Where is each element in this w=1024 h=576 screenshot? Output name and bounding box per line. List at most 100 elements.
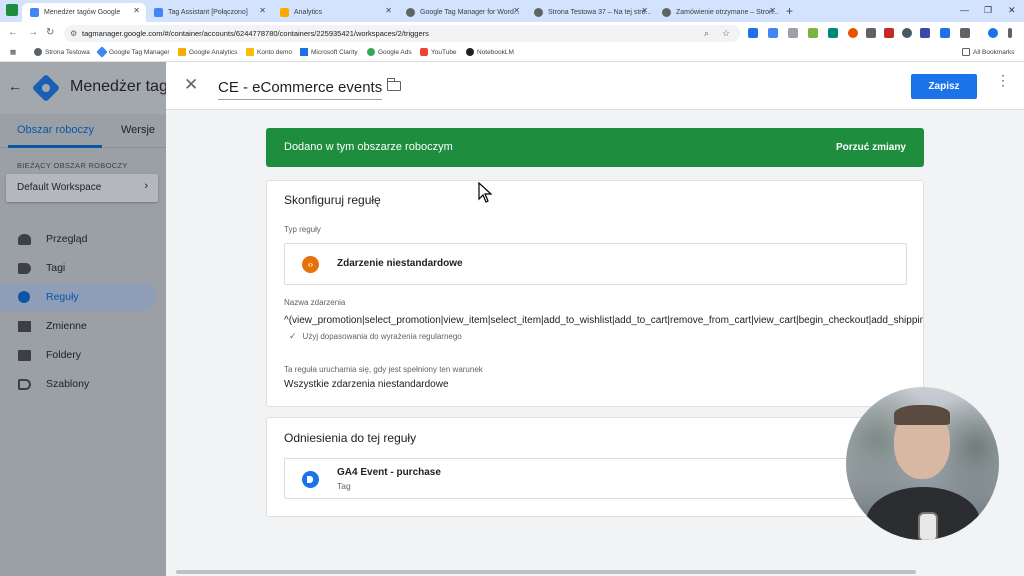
reference-row[interactable]: GA4 Event - purchase Tag bbox=[284, 458, 907, 499]
browser-tab-gtm[interactable]: Menedżer tagów Google ✕ bbox=[22, 3, 146, 22]
more-vert-icon[interactable]: ⋮ bbox=[996, 73, 1010, 87]
sidebar-item-folders[interactable]: Foldery bbox=[0, 341, 156, 369]
sidebar-item-triggers[interactable]: Reguły bbox=[0, 283, 156, 311]
extension-icon[interactable] bbox=[828, 28, 838, 38]
close-tab-icon[interactable]: ✕ bbox=[513, 6, 520, 15]
workspace-selector[interactable]: Default Workspace › bbox=[6, 174, 158, 202]
status-banner: Dodano w tym obszarze roboczym Porzuć zm… bbox=[266, 128, 924, 167]
minimize-icon[interactable]: — bbox=[960, 5, 969, 15]
forward-arrow-icon[interactable]: → bbox=[28, 27, 38, 38]
close-icon[interactable]: ✕ bbox=[184, 75, 198, 95]
trigger-type-field[interactable]: ‹› Zdarzenie niestandardowe bbox=[284, 243, 907, 285]
extension-icon[interactable] bbox=[902, 28, 912, 38]
back-arrow-icon[interactable]: ← bbox=[8, 78, 22, 94]
browser-tab-strona-testowa[interactable]: Strona Testowa 37 – Na tej stro... ✕ bbox=[526, 3, 654, 22]
extension-icon[interactable] bbox=[748, 28, 758, 38]
references-card: Odniesienia do tej reguły GA4 Event - pu… bbox=[266, 417, 924, 517]
workspace-name: Default Workspace bbox=[17, 182, 102, 193]
bookmark-konto-demo[interactable]: Konto demo bbox=[246, 48, 292, 56]
browser-tab-analytics[interactable]: Analytics ✕ bbox=[272, 3, 398, 22]
sidebar-item-label: Zmienne bbox=[46, 320, 87, 332]
folder-icon bbox=[18, 349, 31, 361]
bookmark-google-ads[interactable]: Google Ads bbox=[367, 48, 412, 56]
sidebar-item-variables[interactable]: Zmienne bbox=[0, 312, 156, 340]
zoom-icon[interactable]: ⌕ bbox=[704, 25, 709, 42]
sidebar-item-tags[interactable]: Tagi bbox=[0, 254, 156, 282]
condition-label: Ta reguła uruchamia się, gdy jest spełni… bbox=[284, 365, 483, 374]
bookmark-clarity[interactable]: Microsoft Clarity bbox=[300, 48, 358, 56]
folder-icon[interactable] bbox=[386, 78, 401, 91]
bookmark-label: YouTube bbox=[431, 48, 457, 56]
bookmark-label: All Bookmarks bbox=[973, 48, 1015, 56]
extension-icon[interactable] bbox=[866, 28, 876, 38]
close-tab-icon[interactable]: ✕ bbox=[385, 6, 392, 15]
sidebar-item-overview[interactable]: Przegląd bbox=[0, 225, 156, 253]
bookmark-gtm[interactable]: Google Tag Manager bbox=[96, 46, 170, 58]
apps-grid-icon[interactable]: ▦ bbox=[10, 48, 16, 56]
tab-title: Strona Testowa 37 – Na tej stro... bbox=[548, 9, 652, 16]
browser-menu-icon[interactable] bbox=[1008, 28, 1012, 38]
bookmark-star-icon[interactable]: ☆ bbox=[722, 25, 730, 42]
browser-tab-zamowienie[interactable]: Zamówienie otrzymane – Stron... ✕ bbox=[654, 3, 782, 22]
extension-icon[interactable] bbox=[884, 28, 894, 38]
bookmark-youtube[interactable]: YouTube bbox=[420, 48, 457, 56]
analytics-favicon-icon bbox=[280, 8, 289, 17]
browser-tab-tag-assistant[interactable]: Tag Assistant [Połączono] ✕ bbox=[146, 3, 272, 22]
presenter-hair bbox=[894, 405, 950, 425]
close-tab-icon[interactable]: ✕ bbox=[259, 6, 266, 15]
reload-icon[interactable]: ↻ bbox=[46, 27, 54, 38]
sidebar-item-label: Foldery bbox=[46, 349, 82, 361]
extension-icon[interactable] bbox=[808, 28, 818, 38]
url-text: tagmanager.google.com/#/container/accoun… bbox=[82, 29, 429, 38]
extension-icon[interactable] bbox=[848, 28, 858, 38]
active-tab-indicator bbox=[8, 145, 102, 148]
bookmark-label: Microsoft Clarity bbox=[311, 48, 358, 56]
trigger-name-input[interactable]: CE - eCommerce events bbox=[218, 79, 383, 100]
extension-icon[interactable] bbox=[768, 28, 778, 38]
tab-versions[interactable]: Wersje bbox=[121, 124, 155, 136]
custom-event-icon: ‹› bbox=[302, 256, 319, 273]
site-info-icon[interactable]: ⚙ bbox=[70, 25, 77, 42]
sidebar-item-label: Reguły bbox=[46, 291, 79, 303]
trigger-type-label: Typ reguły bbox=[284, 225, 321, 234]
close-window-icon[interactable]: ✕ bbox=[1008, 5, 1016, 16]
extension-icon[interactable] bbox=[920, 28, 930, 38]
restore-icon[interactable]: ❐ bbox=[984, 5, 992, 16]
globe-favicon-icon bbox=[406, 8, 415, 17]
bookmark-strona-testowa[interactable]: Strona Testowa bbox=[34, 48, 90, 56]
tab-title: Menedżer tagów Google bbox=[44, 9, 121, 16]
microphone-icon bbox=[918, 512, 938, 540]
save-button[interactable]: Zapisz bbox=[911, 74, 977, 99]
sidebar-item-templates[interactable]: Szablony bbox=[0, 370, 156, 398]
event-name-label: Nazwa zdarzenia bbox=[284, 298, 346, 307]
bookmark-analytics[interactable]: Google Analytics bbox=[178, 48, 237, 56]
analytics-icon bbox=[246, 48, 254, 56]
extensions-puzzle-icon[interactable] bbox=[960, 28, 970, 38]
profile-avatar-icon[interactable] bbox=[988, 28, 998, 38]
horizontal-scrollbar[interactable] bbox=[176, 570, 916, 574]
new-tab-button[interactable]: + bbox=[786, 4, 793, 18]
tab-search-icon[interactable] bbox=[6, 4, 18, 16]
editor-header: ✕ CE - eCommerce events Zapisz ⋮ bbox=[166, 62, 1024, 110]
tab-title: Analytics bbox=[294, 9, 323, 16]
banner-message: Dodano w tym obszarze roboczym bbox=[284, 141, 453, 153]
close-tab-icon[interactable]: ✕ bbox=[133, 6, 140, 15]
trigger-type-name: Zdarzenie niestandardowe bbox=[337, 258, 463, 269]
all-bookmarks-button[interactable]: All Bookmarks bbox=[962, 48, 1015, 56]
gtm-icon bbox=[96, 46, 108, 58]
browser-tab-gtm-wordpress[interactable]: Google Tag Manager for Word... ✕ bbox=[398, 3, 526, 22]
close-tab-icon[interactable]: ✕ bbox=[769, 6, 776, 15]
discard-changes-button[interactable]: Porzuć zmiany bbox=[836, 142, 906, 153]
close-tab-icon[interactable]: ✕ bbox=[641, 6, 648, 15]
tag-assistant-favicon-icon bbox=[154, 8, 163, 17]
trigger-config-card[interactable]: Skonfiguruj regułę Typ reguły ‹› Zdarzen… bbox=[266, 180, 924, 407]
regex-option: ✓ Użyj dopasowania do wyrażenia regularne… bbox=[289, 331, 462, 342]
bookmark-notebooklm[interactable]: NotebookLM bbox=[466, 48, 514, 56]
tab-workspace[interactable]: Obszar roboczy bbox=[17, 124, 94, 136]
variable-icon bbox=[18, 320, 31, 332]
extension-icon[interactable] bbox=[940, 28, 950, 38]
url-input[interactable]: ⚙ tagmanager.google.com/#/container/acco… bbox=[64, 25, 740, 42]
back-arrow-icon[interactable]: ← bbox=[8, 27, 18, 38]
extension-icon[interactable] bbox=[788, 28, 798, 38]
tab-title: Tag Assistant [Połączono] bbox=[168, 9, 248, 16]
